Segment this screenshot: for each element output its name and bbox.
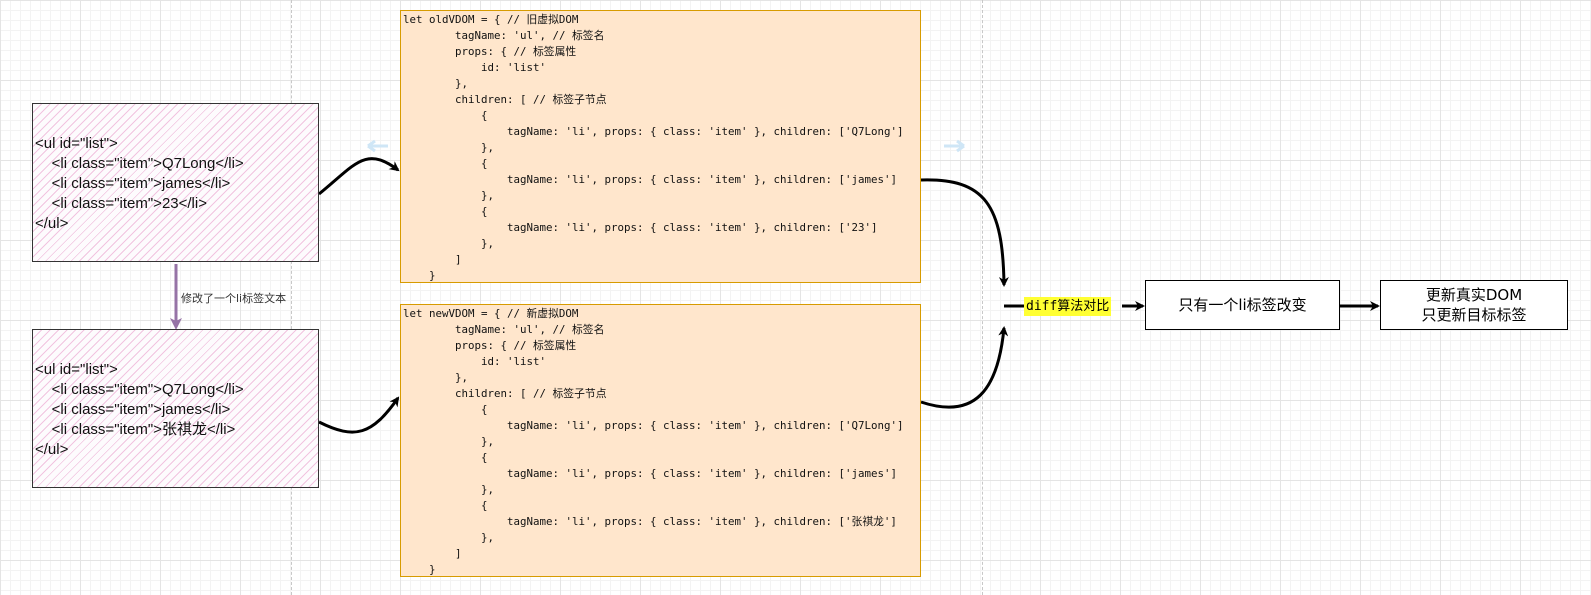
code-line: ] [403, 253, 462, 266]
change-box-text: 只有一个li标签改变 [1178, 296, 1307, 314]
code-line: </ul> [35, 215, 69, 232]
code-line: { [403, 499, 488, 512]
arrow-new-vdom-to-diff [920, 326, 1009, 409]
code-line: }, [403, 237, 495, 250]
code-line: }, [403, 435, 495, 448]
diff-label: diff算法对比 [1024, 297, 1112, 316]
code-line: } [403, 269, 436, 282]
arrow-new-html-to-new-vdom [318, 396, 400, 434]
code-line: let newVDOM = { // 新虚拟DOM [403, 307, 579, 320]
code-line: { [403, 109, 488, 122]
update-box: 更新真实DOM 只更新目标标签 [1380, 280, 1568, 330]
code-line: }, [403, 483, 495, 496]
code-line: props: { // 标签属性 [403, 339, 577, 352]
code-line: id: 'list' [403, 61, 547, 74]
code-line: children: [ // 标签子节点 [403, 93, 607, 106]
faint-arrow-icon [367, 139, 388, 153]
old-html-box: <ul id="list"> <li class="item">Q7Long</… [32, 103, 319, 262]
code-line: }, [403, 141, 495, 154]
code-line: { [403, 205, 488, 218]
code-line: { [403, 157, 488, 170]
faint-arrow-icon [944, 139, 965, 153]
arrow-old-html-to-old-vdom [318, 157, 400, 196]
code-line: props: { // 标签属性 [403, 45, 577, 58]
code-line: <li class="item">james</li> [35, 175, 231, 192]
code-line: { [403, 403, 488, 416]
code-line: tagName: 'ul', // 标签名 [403, 323, 605, 336]
code-line: <li class="item">james</li> [35, 401, 231, 418]
code-line: }, [403, 371, 469, 384]
old-vdom-box: let oldVDOM = { // 旧虚拟DOM tagName: 'ul',… [400, 10, 921, 283]
code-line: tagName: 'li', props: { class: 'item' },… [403, 419, 904, 432]
code-line: <li class="item">Q7Long</li> [35, 155, 244, 172]
code-line: let oldVDOM = { // 旧虚拟DOM [403, 13, 579, 26]
update-box-line1: 更新真实DOM [1425, 286, 1523, 304]
code-line: tagName: 'li', props: { class: 'item' },… [403, 125, 904, 138]
code-line: tagName: 'li', props: { class: 'item' },… [403, 221, 878, 234]
code-line: } [403, 563, 436, 576]
code-line: { [403, 451, 488, 464]
code-line: }, [403, 77, 469, 90]
code-line: }, [403, 531, 495, 544]
code-line: <li class="item">Q7Long</li> [35, 381, 244, 398]
code-line: ] [403, 547, 462, 560]
new-vdom-box: let newVDOM = { // 新虚拟DOM tagName: 'ul',… [400, 304, 921, 577]
code-line: <ul id="list"> [35, 361, 118, 378]
modify-label: 修改了一个li标签文本 [181, 292, 287, 305]
code-line: <li class="item">张祺龙</li> [35, 421, 236, 438]
arrow-old-vdom-to-diff [920, 178, 1009, 287]
code-line: id: 'list' [403, 355, 547, 368]
code-line: </ul> [35, 441, 69, 458]
code-line: <ul id="list"> [35, 135, 118, 152]
code-line: tagName: 'li', props: { class: 'item' },… [403, 515, 897, 528]
code-line: <li class="item">23</li> [35, 195, 207, 212]
update-box-line2: 只更新目标标签 [1421, 306, 1527, 324]
code-line: children: [ // 标签子节点 [403, 387, 607, 400]
code-line: tagName: 'li', props: { class: 'item' },… [403, 467, 898, 480]
code-line: tagName: 'li', props: { class: 'item' },… [403, 173, 898, 186]
code-line: tagName: 'ul', // 标签名 [403, 29, 605, 42]
new-html-box: <ul id="list"> <li class="item">Q7Long</… [32, 329, 319, 488]
code-line: }, [403, 189, 495, 202]
change-box: 只有一个li标签改变 [1145, 280, 1340, 330]
